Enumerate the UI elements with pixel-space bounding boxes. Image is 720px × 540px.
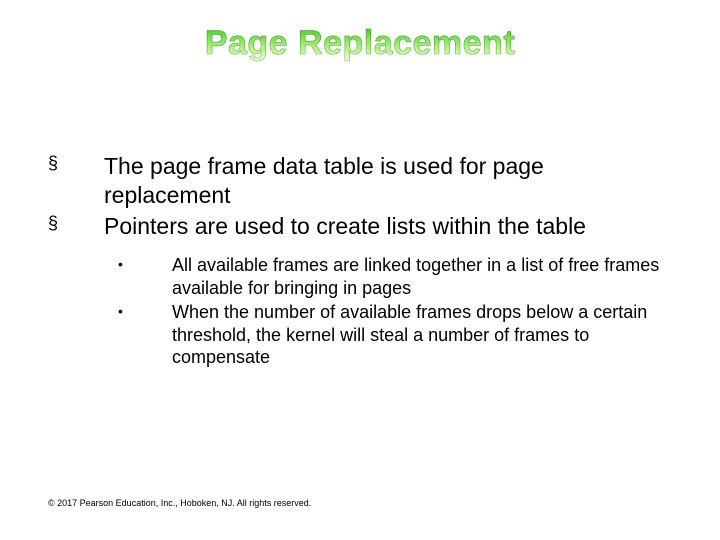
bullet-marker: § (48, 152, 104, 175)
list-item: § Pointers are used to create lists with… (48, 212, 672, 241)
list-item: • When the number of available frames dr… (118, 301, 672, 369)
bullet-text: Pointers are used to create lists within… (104, 212, 672, 241)
slide-title: Page Replacement (0, 0, 720, 63)
bullet-list-level2: • All available frames are linked togeth… (118, 254, 672, 369)
bullet-marker: § (48, 212, 104, 235)
bullet-list-level1: § The page frame data table is used for … (48, 152, 672, 240)
slide: Page Replacement § The page frame data t… (0, 0, 720, 540)
bullet-marker: • (118, 301, 172, 321)
bullet-text: When the number of available frames drop… (172, 301, 672, 369)
bullet-text: All available frames are linked together… (172, 254, 672, 299)
list-item: • All available frames are linked togeth… (118, 254, 672, 299)
slide-body: § The page frame data table is used for … (48, 152, 672, 371)
bullet-marker: • (118, 254, 172, 274)
copyright-footer: © 2017 Pearson Education, Inc., Hoboken,… (48, 498, 311, 508)
bullet-text: The page frame data table is used for pa… (104, 152, 672, 210)
list-item: § The page frame data table is used for … (48, 152, 672, 210)
